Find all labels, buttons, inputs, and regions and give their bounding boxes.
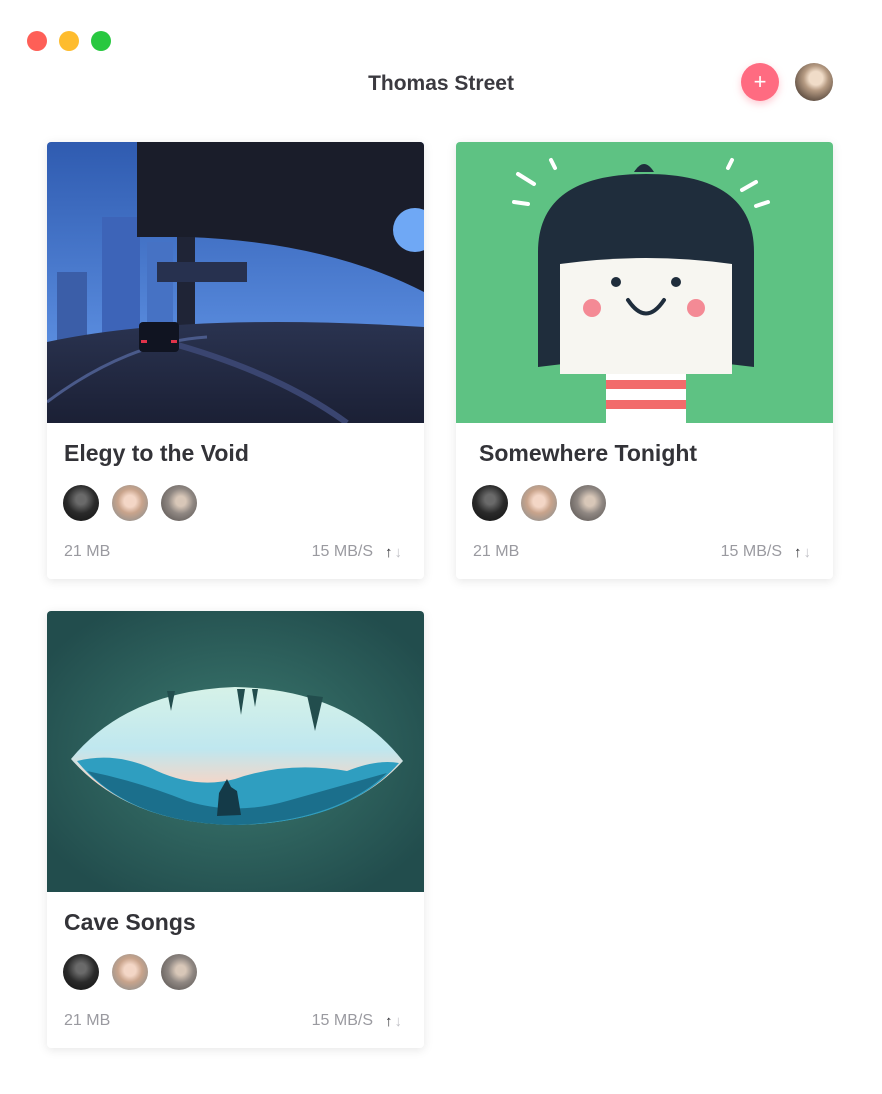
album-cover-image bbox=[47, 611, 424, 892]
download-arrow-icon: ↓ bbox=[803, 543, 812, 561]
album-card[interactable]: Cave Songs 21 MB 15 MB/S ↑ ↓ bbox=[47, 611, 424, 1048]
transfer-rate-value: 15 MB/S bbox=[311, 543, 373, 560]
album-title: Elegy to the Void bbox=[64, 440, 249, 466]
member-avatar[interactable] bbox=[63, 485, 99, 521]
download-arrow-icon: ↓ bbox=[394, 1012, 403, 1030]
album-title: Cave Songs bbox=[64, 909, 196, 935]
member-avatars bbox=[63, 954, 197, 990]
member-avatars bbox=[63, 485, 197, 521]
upload-arrow-icon: ↑ bbox=[794, 543, 802, 561]
file-size: 21 MB bbox=[64, 543, 111, 560]
transfer-rate: 15 MB/S ↑ ↓ bbox=[312, 1012, 402, 1030]
window-controls bbox=[27, 31, 111, 51]
transfer-rate: 15 MB/S ↑ ↓ bbox=[312, 543, 402, 561]
transfer-rate: 15 MB/S ↑ ↓ bbox=[721, 543, 811, 561]
minimize-window-button[interactable] bbox=[59, 31, 79, 51]
member-avatars bbox=[472, 485, 606, 521]
album-cover-image bbox=[456, 142, 833, 423]
member-avatar[interactable] bbox=[112, 485, 148, 521]
close-window-button[interactable] bbox=[27, 31, 47, 51]
album-cover-image bbox=[47, 142, 424, 423]
maximize-window-button[interactable] bbox=[91, 31, 111, 51]
download-arrow-icon: ↓ bbox=[394, 543, 403, 561]
member-avatar[interactable] bbox=[521, 485, 557, 521]
file-size: 21 MB bbox=[64, 1012, 111, 1029]
member-avatar[interactable] bbox=[63, 954, 99, 990]
album-card[interactable]: Elegy to the Void 21 MB 15 MB/S ↑ ↓ bbox=[47, 142, 424, 579]
add-button[interactable]: + bbox=[741, 63, 779, 101]
album-card[interactable]: Somewhere Tonight 21 MB 15 MB/S ↑ ↓ bbox=[456, 142, 833, 579]
member-avatar[interactable] bbox=[161, 485, 197, 521]
upload-arrow-icon: ↑ bbox=[385, 1012, 393, 1030]
upload-arrow-icon: ↑ bbox=[385, 543, 393, 561]
transfer-rate-value: 15 MB/S bbox=[720, 543, 782, 560]
user-avatar[interactable] bbox=[795, 63, 833, 101]
member-avatar[interactable] bbox=[472, 485, 508, 521]
album-title: Somewhere Tonight bbox=[479, 440, 698, 466]
file-size: 21 MB bbox=[473, 543, 520, 560]
transfer-rate-value: 15 MB/S bbox=[311, 1012, 373, 1029]
member-avatar[interactable] bbox=[570, 485, 606, 521]
member-avatar[interactable] bbox=[161, 954, 197, 990]
member-avatar[interactable] bbox=[112, 954, 148, 990]
